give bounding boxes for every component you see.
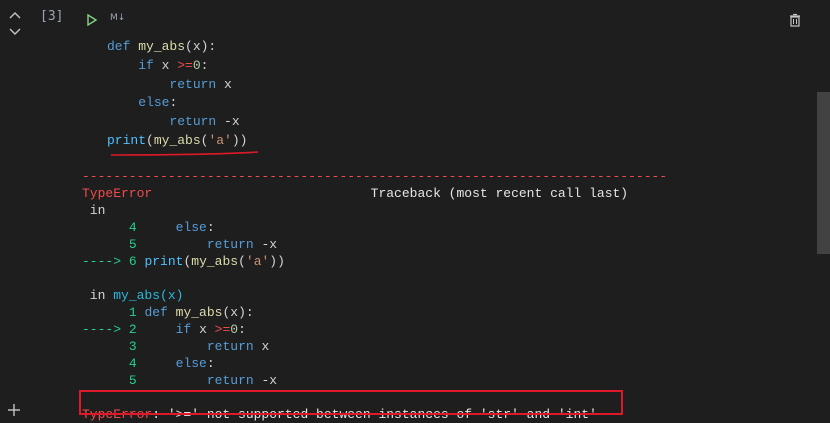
frame-location: in <box>82 203 106 218</box>
cell-output: ----------------------------------------… <box>82 160 802 423</box>
trace-marker: ----> <box>82 254 129 269</box>
traceback-header: Traceback (most recent call last) <box>370 186 629 201</box>
trace-code: return -x <box>206 373 278 388</box>
trace-marker <box>82 220 129 235</box>
code-line[interactable]: return -x <box>107 114 239 129</box>
trace-marker <box>82 339 129 354</box>
trace-lineno: 6 <box>128 254 137 269</box>
trace-lineno: 4 <box>128 356 137 371</box>
chevron-up-icon[interactable] <box>8 10 24 24</box>
trace-marker <box>82 356 129 371</box>
trace-lineno: 3 <box>128 339 137 354</box>
trace-marker: ----> <box>82 322 129 337</box>
trace-lineno: 5 <box>128 237 137 252</box>
code-text[interactable]: def my_abs(x): if x >=0: return x else: … <box>107 38 247 151</box>
trace-code: print(my_abs('a')) <box>144 254 285 269</box>
trace-code: def my_abs(x): <box>144 305 254 320</box>
trace-lineno: 1 <box>128 305 137 320</box>
trace-marker <box>82 373 129 388</box>
error-highlight-box <box>79 390 623 415</box>
plus-icon[interactable] <box>6 402 24 420</box>
execution-count: [3] <box>40 9 64 24</box>
trace-marker <box>82 305 129 320</box>
trace-code: return x <box>206 339 270 354</box>
cell-type-label[interactable]: M↓ <box>110 13 125 23</box>
code-line[interactable]: if x >=0: <box>107 58 208 73</box>
traceback-output: ----------------------------------------… <box>82 168 667 423</box>
cell-gutter: [3] <box>0 0 80 420</box>
error-name: TypeError <box>82 186 153 201</box>
frame-location: in <box>82 288 114 303</box>
trace-code: else: <box>175 356 215 371</box>
chevron-down-icon[interactable] <box>8 27 24 41</box>
trace-code: return -x <box>206 237 278 252</box>
frame-function: my_abs(x) <box>113 288 184 303</box>
code-line[interactable]: return x <box>107 77 231 92</box>
code-editor[interactable]: def my_abs(x): if x >=0: return x else: … <box>82 34 802 162</box>
trace-marker <box>82 237 129 252</box>
trace-lineno: 2 <box>128 322 137 337</box>
code-line[interactable]: def my_abs(x): <box>107 39 216 54</box>
trace-lineno: 5 <box>128 373 137 388</box>
trash-icon[interactable] <box>788 12 802 27</box>
separator-dashes: ----------------------------------------… <box>82 169 668 184</box>
trace-lineno: 4 <box>128 220 137 235</box>
play-icon[interactable] <box>86 12 100 27</box>
code-line[interactable]: else: <box>107 95 177 110</box>
trace-code: if x >=0: <box>175 322 246 337</box>
annotation-underline <box>110 151 259 156</box>
cell-toolbar: M↓ <box>82 10 810 30</box>
scrollbar-thumb[interactable] <box>817 92 830 254</box>
trace-code: else: <box>175 220 215 235</box>
code-line[interactable]: print(my_abs('a')) <box>107 133 247 148</box>
